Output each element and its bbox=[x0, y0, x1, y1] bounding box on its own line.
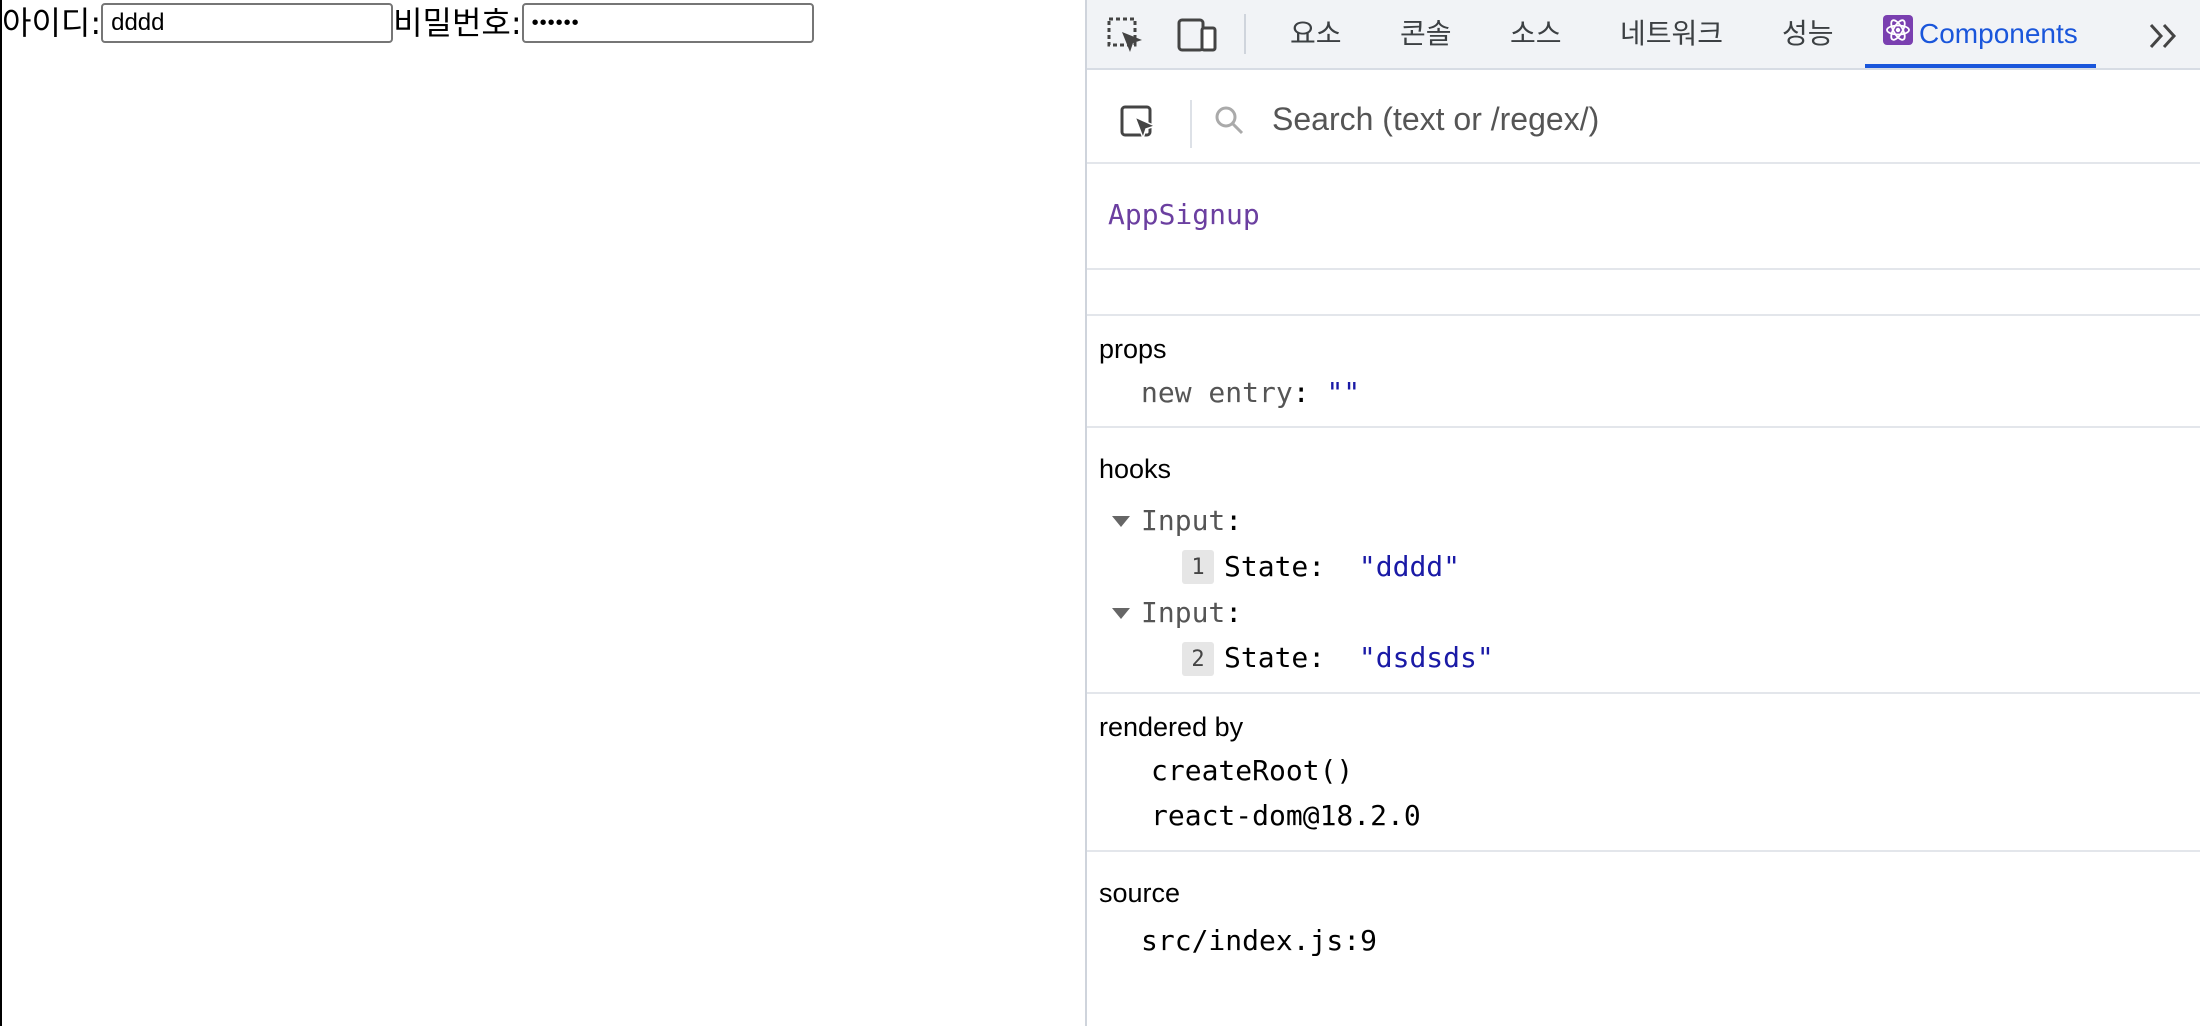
device-toggle-icon[interactable] bbox=[1175, 14, 1219, 58]
props-entry[interactable]: new entry: "" bbox=[1141, 376, 1360, 409]
source-section: source src/index.js:9 bbox=[1087, 852, 2200, 1026]
id-input[interactable]: dddd bbox=[101, 3, 394, 43]
react-atom-icon bbox=[1883, 2, 1913, 70]
props-section: props new entry: "" bbox=[1087, 316, 2200, 428]
tab-network[interactable]: 네트워크 bbox=[1620, 0, 1723, 68]
component-tree-item[interactable]: AppSignup bbox=[1108, 198, 1260, 231]
component-search-input[interactable] bbox=[1270, 94, 2154, 144]
tab-components[interactable]: Components bbox=[1865, 0, 2096, 68]
source-title: source bbox=[1099, 878, 1181, 908]
select-component-icon[interactable] bbox=[1117, 100, 1161, 144]
web-page: 아이디: dddd 비밀번호: •••••• bbox=[0, 0, 1085, 1026]
signup-form: 아이디: dddd 비밀번호: •••••• bbox=[2, 3, 814, 43]
hook-input-1[interactable]: Input: bbox=[1141, 504, 1242, 537]
hook-state-value: "dsdsds" bbox=[1358, 641, 1494, 674]
hook-input-2[interactable]: Input: bbox=[1141, 596, 1242, 629]
devtools-tab-bar: 요소 콘솔 소스 네트워크 성능 Components bbox=[1087, 0, 2200, 70]
hook-index-badge: 1 bbox=[1182, 550, 1214, 584]
more-tabs-chevron-icon[interactable] bbox=[2142, 14, 2186, 58]
tab-components-label: Components bbox=[1919, 18, 2078, 49]
hook-state-2[interactable]: State: "dsdsds" bbox=[1224, 641, 1494, 674]
toolbar-divider bbox=[1244, 14, 1246, 54]
id-label: 아이디: bbox=[2, 4, 102, 42]
tab-elements[interactable]: 요소 bbox=[1290, 0, 1342, 68]
expand-caret-icon[interactable] bbox=[1112, 516, 1130, 527]
hook-state-1[interactable]: State: "dddd" bbox=[1224, 550, 1460, 583]
hook-index-badge: 2 bbox=[1182, 642, 1214, 676]
hook-state-label: State: bbox=[1224, 641, 1326, 674]
rendered-by-title: rendered by bbox=[1099, 712, 1244, 742]
props-entry-key: new entry bbox=[1141, 376, 1293, 409]
source-location[interactable]: src/index.js:9 bbox=[1141, 924, 1377, 957]
password-label: 비밀번호: bbox=[393, 4, 522, 42]
inspector-header bbox=[1087, 270, 2200, 316]
component-search-bar bbox=[1087, 70, 2200, 164]
tab-sources[interactable]: 소스 bbox=[1510, 0, 1562, 68]
tab-console[interactable]: 콘솔 bbox=[1400, 0, 1452, 68]
search-icon bbox=[1207, 98, 1251, 142]
hooks-title: hooks bbox=[1099, 454, 1172, 484]
props-title: props bbox=[1099, 334, 1167, 364]
hook-state-value: "dddd" bbox=[1358, 550, 1461, 583]
hooks-section: hooks Input: 1 State: "dddd" Input: 2 St… bbox=[1087, 428, 2200, 694]
rendered-by-section: rendered by createRoot() react-dom@18.2.… bbox=[1087, 694, 2200, 852]
rendered-by-item[interactable]: react-dom@18.2.0 bbox=[1151, 799, 1421, 832]
props-entry-value: "" bbox=[1326, 376, 1361, 409]
tab-performance[interactable]: 성능 bbox=[1782, 0, 1834, 68]
search-divider bbox=[1190, 100, 1192, 148]
hook-name: Input bbox=[1141, 504, 1226, 537]
hook-state-label: State: bbox=[1224, 550, 1326, 583]
devtools-panel: 요소 콘솔 소스 네트워크 성능 Components Search (text… bbox=[1085, 0, 2200, 1026]
inspect-element-icon[interactable] bbox=[1104, 14, 1148, 58]
password-input[interactable]: •••••• bbox=[521, 3, 814, 43]
expand-caret-icon[interactable] bbox=[1112, 608, 1130, 619]
rendered-by-item[interactable]: createRoot() bbox=[1151, 754, 1353, 787]
component-tree: AppSignup bbox=[1087, 164, 2200, 270]
hook-name: Input bbox=[1141, 596, 1226, 629]
